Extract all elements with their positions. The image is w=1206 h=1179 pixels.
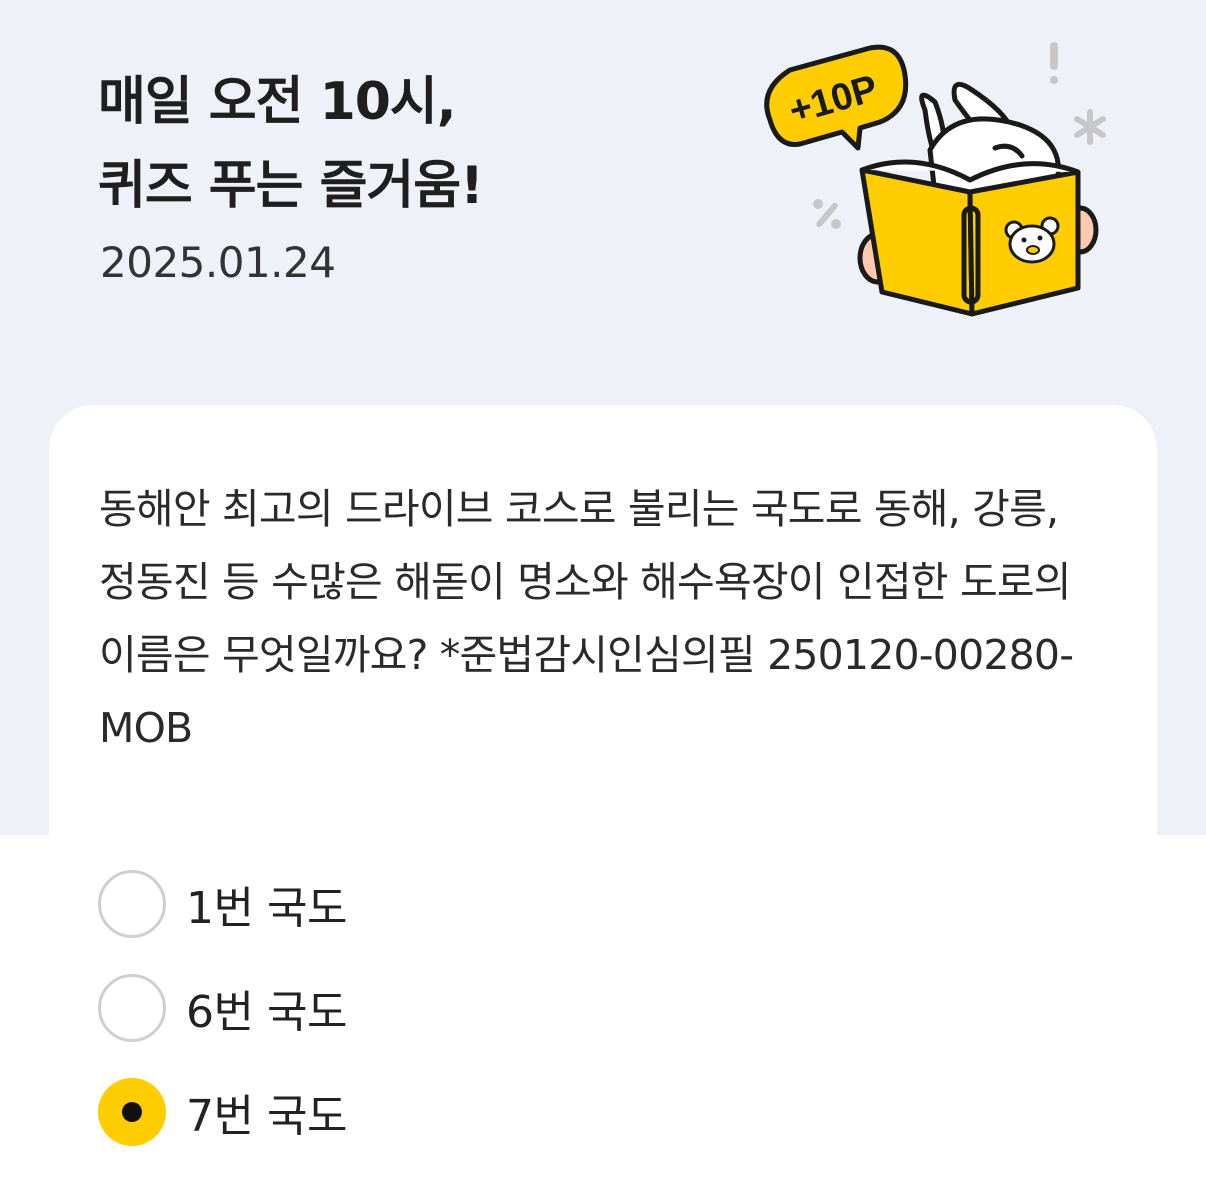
answer-option-1[interactable]: 1번 국도 (98, 866, 998, 942)
radio-icon[interactable] (98, 974, 166, 1042)
radio-selected-icon[interactable] (98, 1078, 166, 1146)
bear-logo-icon (1004, 216, 1060, 264)
answer-option-3[interactable]: 7번 국도 (98, 1074, 998, 1150)
answer-option-label: 7번 국도 (186, 1091, 347, 1142)
answer-option-2[interactable]: 6번 국도 (98, 970, 998, 1046)
answer-option-label: 1번 국도 (186, 883, 347, 934)
points-badge-icon: +10P (764, 44, 909, 151)
reading-rabbit-illustration: +10P (764, 42, 1106, 317)
question-card: 동해안 최고의 드라이브 코스로 불리는 국도로 동해, 강릉, 정동진 등 수… (49, 405, 1157, 885)
radio-icon[interactable] (98, 870, 166, 938)
title-line-1: 매일 오전 10시, (98, 72, 457, 132)
page-title: 매일 오전 10시, 퀴즈 푸는 즐거움! (98, 60, 484, 228)
quiz-date: 2025.01.24 (100, 238, 336, 287)
question-text: 동해안 최고의 드라이브 코스로 불리는 국도로 동해, 강릉, 정동진 등 수… (99, 485, 1074, 752)
title-line-2: 퀴즈 푸는 즐거움! (98, 156, 484, 216)
answer-options: 1번 국도 6번 국도 7번 국도 (98, 866, 998, 1178)
answer-option-label: 6번 국도 (186, 987, 347, 1038)
